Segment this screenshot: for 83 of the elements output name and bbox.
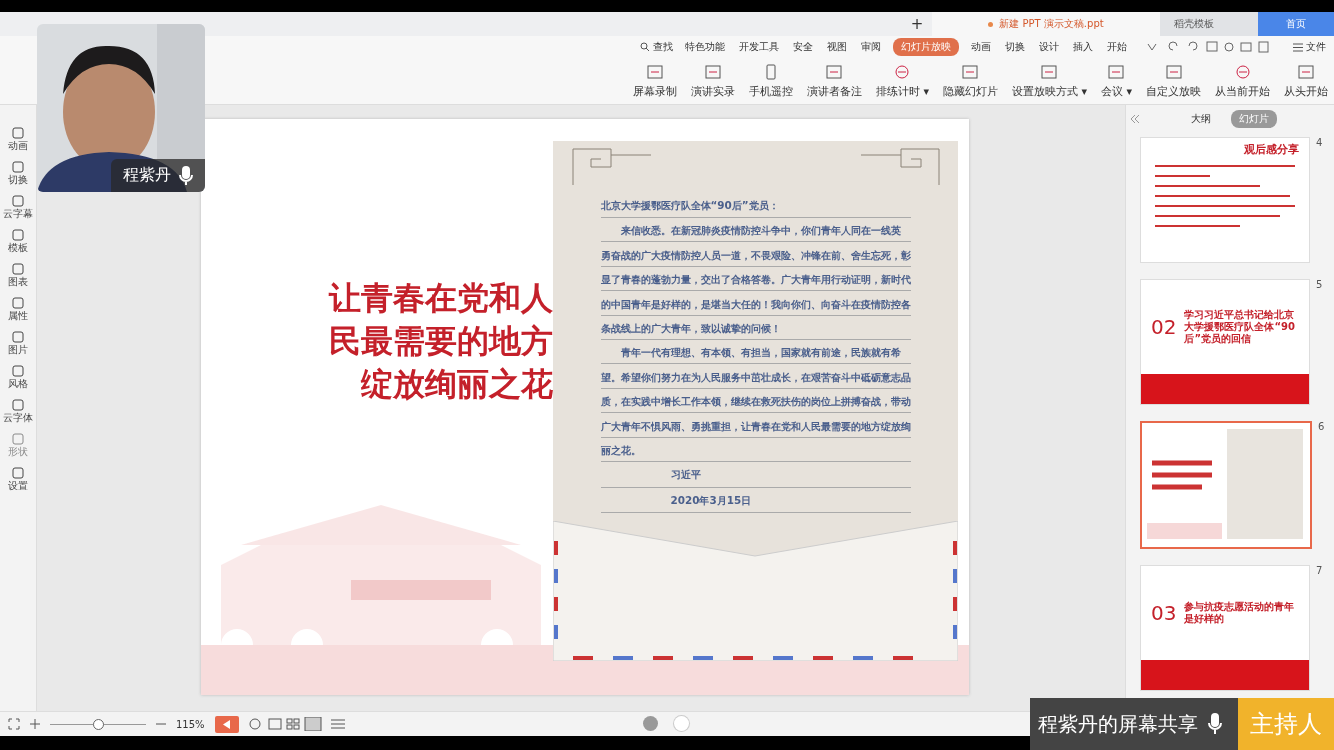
letter-date: 2020年3月15日 (600, 487, 911, 514)
ribbon-button[interactable]: 设置放映方式 ▾ (1011, 63, 1087, 99)
panel-icon (12, 263, 24, 275)
section-title: 学习习近平总书记给北京大学援鄂医疗队全体“90后”党员的回信 (1184, 309, 1296, 345)
menu-tab[interactable]: 特色功能 (683, 38, 727, 56)
menu-tab[interactable]: 设计 (1037, 38, 1061, 56)
section-title: 参与抗疫志愿活动的青年是好样的 (1184, 601, 1296, 625)
ribbon-button[interactable]: 从当前开始 (1215, 63, 1270, 99)
menu-icon (1293, 42, 1303, 52)
monitor-icon (1296, 63, 1316, 81)
panel-icon (12, 433, 24, 445)
menu-tab[interactable]: 审阅 (859, 38, 883, 56)
menu-tab[interactable]: 安全 (791, 38, 815, 56)
ribbon-button[interactable]: 从头开始 (1284, 63, 1328, 99)
screen-icon (644, 63, 665, 81)
side-panel-button[interactable]: 切换 (8, 161, 28, 187)
screen-share-label: 程紫丹的屏幕共享 (1030, 698, 1238, 750)
zoom-slider-thumb[interactable] (93, 718, 104, 730)
search-icon (640, 42, 650, 52)
panel-icon (12, 297, 24, 309)
panel-icon (12, 399, 24, 411)
collapse-icon[interactable] (1130, 115, 1140, 123)
letter-signature: 习近平 (600, 462, 911, 488)
side-panel-button[interactable]: 图表 (8, 263, 28, 289)
file-menu[interactable]: 文件 (1293, 40, 1326, 54)
search-button[interactable]: 查找 (640, 40, 673, 54)
ribbon-button[interactable]: 演讲者备注 (806, 63, 862, 99)
panel-icon (12, 195, 24, 207)
menu-tab[interactable]: 插入 (1071, 38, 1095, 56)
section-number: 03 (1151, 601, 1177, 625)
side-panel-button[interactable]: 云字体 (3, 399, 33, 425)
panel-icon (12, 331, 24, 343)
side-panel-button[interactable]: 云字幕 (3, 195, 33, 221)
side-panel-button[interactable]: 模板 (8, 229, 28, 255)
new-tab-button[interactable]: + (902, 12, 932, 36)
monitor-icon (1039, 63, 1060, 81)
document-tab[interactable]: 新建 PPT 演示文稿.ppt (932, 12, 1160, 36)
side-panel-button[interactable]: 图片 (8, 331, 28, 357)
slide-thumbnail[interactable]: 观后感分享 (1140, 137, 1310, 263)
ribbon-button[interactable]: 排练计时 ▾ (875, 63, 929, 99)
ribbon-button[interactable]: 隐藏幻灯片 (942, 63, 998, 99)
microphone-icon (1208, 713, 1222, 735)
menu-tab[interactable]: 视图 (825, 38, 849, 56)
side-panel-button[interactable]: 属性 (8, 297, 28, 323)
page-dot[interactable] (674, 716, 689, 731)
slide-title: 让青春在党和人 (329, 278, 553, 319)
menu-tab[interactable]: 开发工具 (737, 38, 781, 56)
zoom-in-button[interactable] (30, 719, 40, 729)
slide-number: 6 (1318, 421, 1325, 432)
side-panel-button[interactable]: 风格 (8, 365, 28, 391)
thumbnail-title: 观后感分享 (1243, 142, 1300, 158)
ribbon-button[interactable]: 自定义放映 (1146, 63, 1201, 99)
menu-tab[interactable]: 动画 (969, 38, 993, 56)
ribbon-button[interactable]: 屏幕录制 (632, 63, 677, 99)
panel-icon (12, 365, 24, 377)
panel-tab[interactable]: 大纲 (1183, 110, 1219, 128)
side-panel-button[interactable]: 设置 (8, 467, 28, 493)
ribbon-button[interactable]: 会议 ▾ (1100, 63, 1132, 99)
slide-title: 绽放绚丽之花 (361, 364, 553, 405)
participant-name: 程紫丹 (111, 159, 205, 192)
menu-tab[interactable]: 开始 (1105, 38, 1129, 56)
document-tab[interactable]: 稻壳模板 (1160, 12, 1258, 36)
panel-icon (12, 161, 24, 173)
side-panel-button[interactable]: 动画 (8, 127, 28, 153)
slide-number: 4 (1316, 137, 1323, 148)
document-tab[interactable]: 首页 (1258, 12, 1334, 36)
menu-tab[interactable]: 切换 (1003, 38, 1027, 56)
slide-title: 民最需要的地方 (329, 321, 553, 362)
slide-icon (960, 63, 981, 81)
host-badge: 主持人 (1238, 698, 1334, 750)
panel-icon (12, 127, 24, 139)
panel-icon (12, 229, 24, 241)
slide-number: 5 (1316, 279, 1323, 290)
slide-number: 7 (1316, 565, 1323, 576)
zoom-level[interactable]: 115% (176, 718, 205, 730)
play-button[interactable] (214, 715, 239, 733)
panel-icon (12, 467, 24, 479)
ribbon-button[interactable]: 手机遥控 (748, 63, 793, 99)
letter-salutation: 北京大学援鄂医疗队全体“90后”党员： (600, 193, 911, 219)
ribbon-button[interactable]: 演讲实录 (690, 63, 735, 99)
microphone-icon (179, 165, 193, 186)
fit-window-icon[interactable] (8, 718, 20, 730)
section-number: 02 (1151, 315, 1177, 339)
